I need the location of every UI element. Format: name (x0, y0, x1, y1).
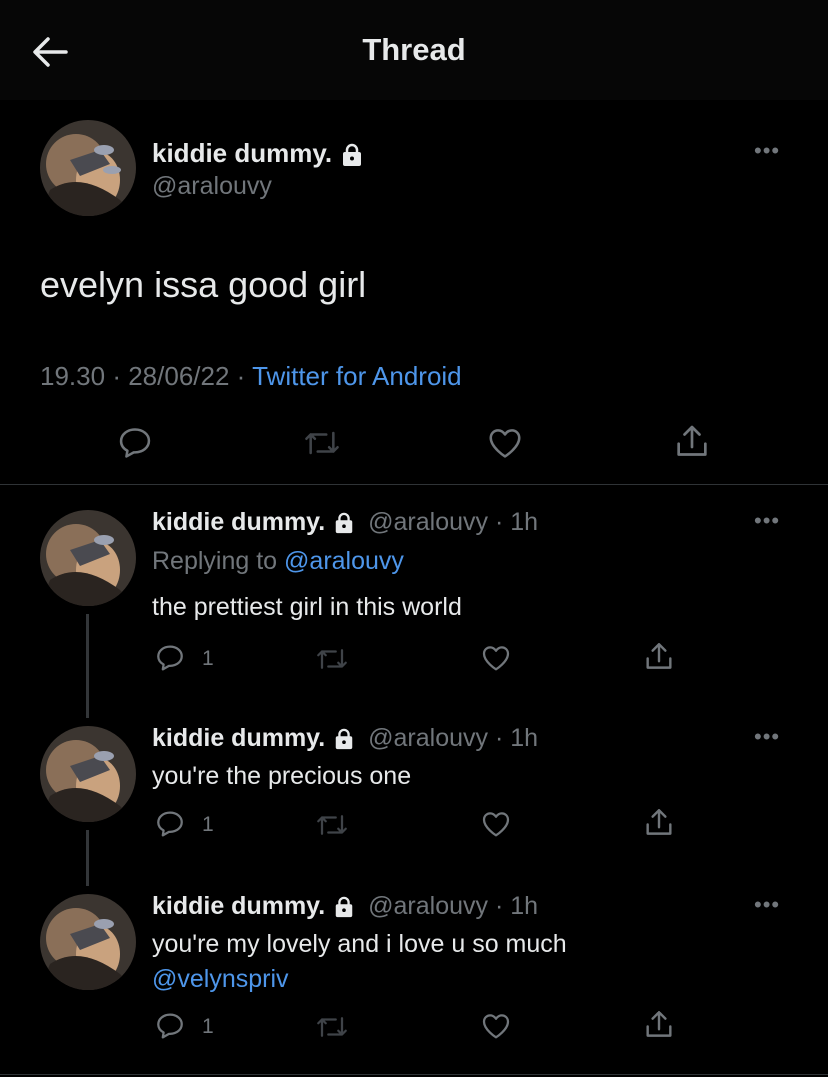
reply-icon[interactable] (154, 642, 186, 674)
separator: · (112, 361, 121, 391)
handle[interactable]: @aralouvy (368, 508, 488, 536)
thread-line (86, 614, 89, 718)
thread-line (86, 830, 89, 886)
like-icon[interactable] (480, 642, 512, 674)
handle[interactable]: @aralouvy (368, 892, 488, 920)
reply-icon[interactable] (116, 424, 154, 462)
reply-text: you're the precious one (152, 762, 412, 790)
handle[interactable]: @aralouvy (368, 724, 488, 752)
reply-header: kiddie dummy. @aralouvy · 1h (152, 508, 538, 537)
tweet-source[interactable]: Twitter for Android (252, 361, 462, 391)
reply-text: the prettiest girl in this world (152, 593, 462, 621)
tweet-text: evelyn issa good girl (40, 264, 367, 305)
replying-handle-link[interactable]: @aralouvy (284, 547, 404, 575)
display-name[interactable]: kiddie dummy. (152, 892, 325, 920)
reply-text: you're my lovely and i love u so much (152, 930, 567, 958)
share-icon[interactable] (642, 806, 676, 840)
reply-count: 1 (202, 647, 214, 670)
retweet-icon[interactable] (314, 644, 350, 674)
page-title: Thread (362, 32, 466, 67)
reply-count: 1 (202, 813, 214, 836)
lock-icon (333, 896, 355, 918)
separator: · (494, 892, 504, 920)
avatar[interactable] (40, 726, 136, 822)
lock-icon (333, 512, 355, 534)
lock-icon (340, 143, 364, 167)
lock-icon (333, 728, 355, 750)
timestamp: 1h (510, 892, 539, 920)
reply-header: kiddie dummy. @aralouvy · 1h (152, 724, 538, 753)
replying-label: Replying to (152, 547, 278, 575)
share-icon[interactable] (642, 640, 676, 674)
divider (0, 484, 828, 485)
handle[interactable]: @aralouvy (152, 172, 272, 201)
reply-icon[interactable] (154, 808, 186, 840)
reply-icon[interactable] (154, 1010, 186, 1042)
retweet-icon[interactable] (314, 1012, 350, 1042)
more-icon[interactable]: ••• (754, 508, 780, 534)
tweet-meta: 19.30 · 28/06/22 · Twitter for Android (40, 361, 462, 392)
separator: · (236, 361, 246, 391)
reply-header: kiddie dummy. @aralouvy · 1h (152, 892, 538, 921)
like-icon[interactable] (480, 1010, 512, 1042)
tweet-time: 19.30 (40, 361, 106, 391)
tweet-date: 28/06/22 (128, 361, 230, 391)
mention-link[interactable]: @velynspriv (152, 965, 289, 994)
more-icon[interactable]: ••• (754, 892, 780, 918)
avatar[interactable] (40, 894, 136, 990)
share-icon[interactable] (672, 422, 712, 462)
retweet-icon[interactable] (314, 810, 350, 840)
replying-to: Replying to @aralouvy (152, 547, 404, 576)
timestamp: 1h (510, 724, 539, 752)
top-bar: Thread (0, 0, 828, 100)
reply-count: 1 (202, 1015, 214, 1038)
more-icon[interactable]: ••• (754, 724, 780, 750)
display-name[interactable]: kiddie dummy. (152, 508, 325, 536)
share-icon[interactable] (642, 1008, 676, 1042)
separator: · (494, 724, 504, 752)
retweet-icon[interactable] (302, 426, 342, 460)
timestamp: 1h (510, 508, 539, 536)
display-name-text: kiddie dummy. (152, 138, 333, 168)
like-icon[interactable] (486, 424, 524, 462)
avatar[interactable] (40, 510, 136, 606)
display-name[interactable]: kiddie dummy. (152, 724, 325, 752)
avatar[interactable] (40, 120, 136, 216)
divider (0, 1074, 828, 1075)
display-name[interactable]: kiddie dummy. (152, 138, 364, 169)
separator: · (494, 508, 504, 536)
like-icon[interactable] (480, 808, 512, 840)
more-icon[interactable]: ••• (754, 138, 780, 164)
